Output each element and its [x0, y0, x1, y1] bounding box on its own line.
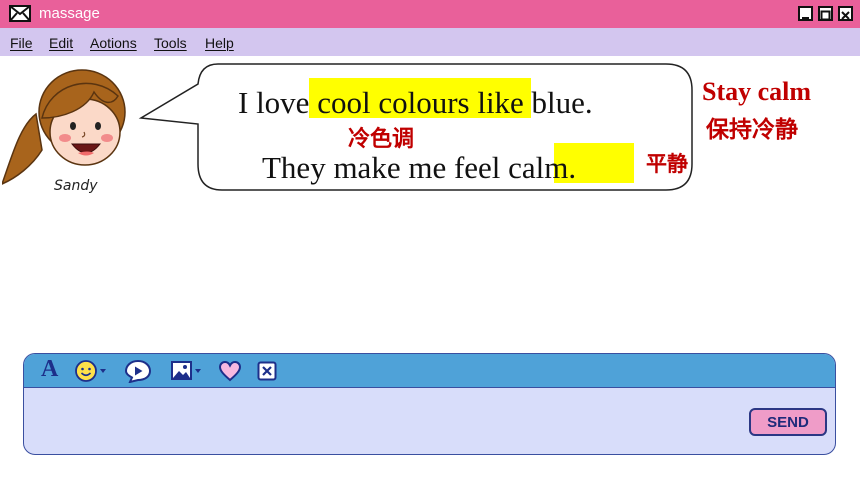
- menu-actions[interactable]: Aotions: [90, 35, 137, 51]
- maximize-button[interactable]: [818, 6, 833, 21]
- avatar-name: Sandy: [54, 178, 98, 194]
- close-icon: [841, 11, 850, 20]
- title-bar: massage: [0, 0, 860, 28]
- menu-file[interactable]: File: [10, 35, 33, 51]
- menu-edit[interactable]: Edit: [49, 35, 73, 51]
- minimize-button[interactable]: [798, 6, 813, 21]
- message-composer: A SEND: [23, 353, 836, 455]
- menu-bar: File Edit Aotions Tools Help: [0, 28, 860, 56]
- composer-toolbar: A: [24, 354, 835, 388]
- sticker-button[interactable]: [124, 359, 152, 383]
- sticker-icon: [124, 359, 152, 383]
- mail-icon: [9, 5, 31, 22]
- heart-icon: [218, 360, 242, 382]
- emoji-icon: [75, 360, 106, 382]
- menu-help[interactable]: Help: [205, 35, 234, 51]
- menu-tools[interactable]: Tools: [154, 35, 187, 51]
- maximize-icon: [820, 10, 831, 21]
- image-icon: [171, 361, 201, 380]
- send-button[interactable]: SEND: [749, 408, 827, 436]
- clear-button[interactable]: [257, 359, 277, 383]
- heart-button[interactable]: [218, 359, 242, 383]
- clear-icon: [257, 361, 277, 381]
- font-icon[interactable]: A: [41, 356, 58, 382]
- close-button[interactable]: [838, 6, 853, 21]
- window-title: massage: [39, 5, 100, 22]
- bubble-line-2: They make me feel calm.: [262, 150, 577, 185]
- minimize-icon: [802, 17, 809, 19]
- bubble-line-1: I love cool colours like blue.: [238, 85, 593, 120]
- side-note-english: Stay calm: [702, 77, 812, 106]
- annotation-cool-colours: 冷色调: [348, 127, 415, 152]
- annotation-calm: 平静: [646, 152, 688, 176]
- emoji-button[interactable]: [74, 359, 108, 383]
- avatar: Sandy: [2, 69, 126, 194]
- side-note-chinese: 保持冷静: [706, 117, 798, 143]
- image-button[interactable]: [170, 359, 204, 383]
